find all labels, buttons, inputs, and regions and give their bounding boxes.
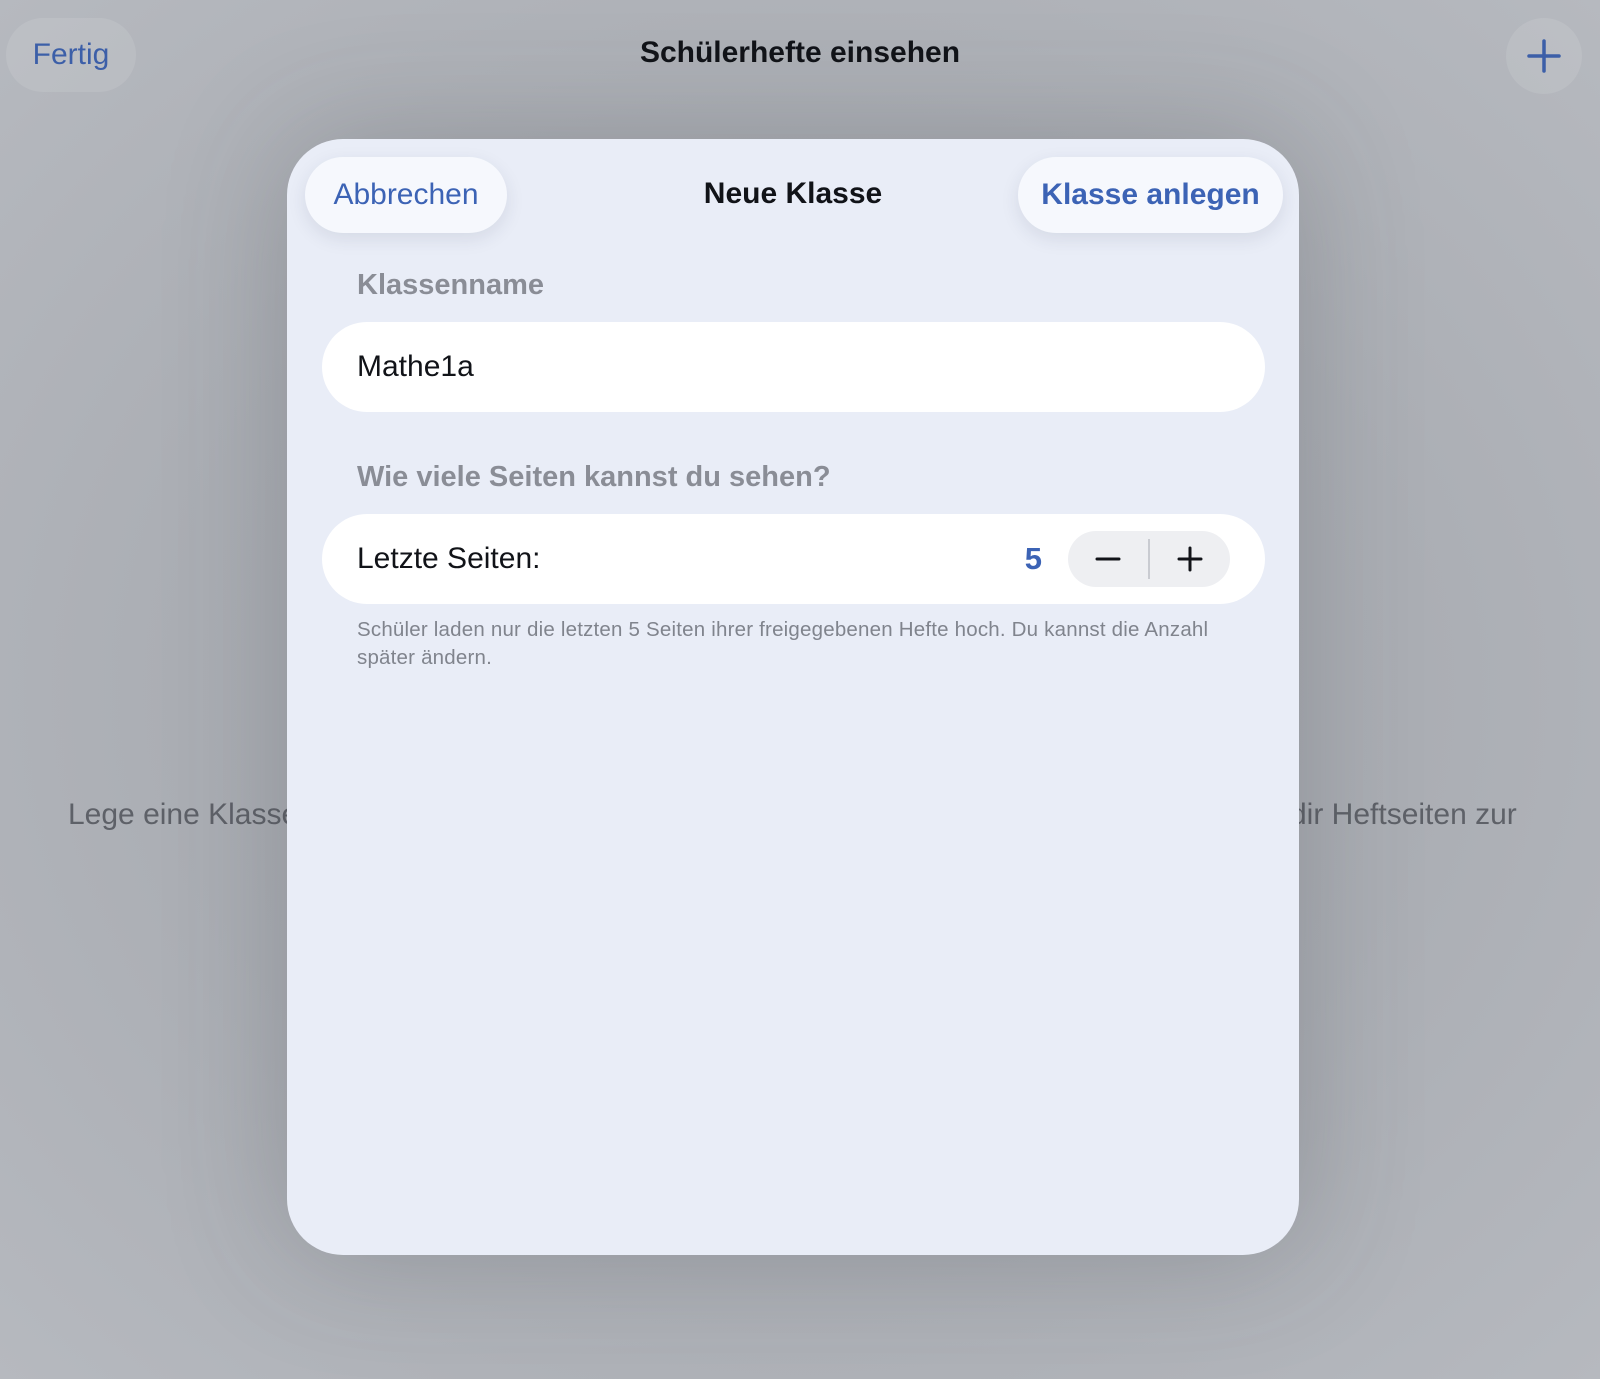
decrement-button[interactable]	[1068, 531, 1148, 587]
class-name-field[interactable]	[322, 322, 1265, 412]
last-pages-label: Letzte Seiten:	[357, 542, 541, 575]
pages-stepper	[1068, 531, 1230, 587]
new-class-sheet: Abbrechen Neue Klasse Klasse anlegen Kla…	[287, 139, 1299, 1255]
last-pages-row: Letzte Seiten: 5	[322, 514, 1265, 604]
last-pages-value: 5	[1024, 541, 1042, 576]
class-name-section-label: Klassenname	[357, 269, 544, 301]
pages-section-label: Wie viele Seiten kannst du sehen?	[357, 461, 831, 493]
create-class-label: Klasse anlegen	[1041, 178, 1260, 211]
plus-icon	[1177, 546, 1203, 572]
empty-hint-left-clip: Lege eine Klasse	[0, 780, 287, 840]
increment-button[interactable]	[1150, 531, 1230, 587]
pages-footnote: Schüler laden nur die letzten 5 Seiten i…	[357, 618, 1209, 669]
plus-icon	[1527, 39, 1561, 73]
add-button[interactable]	[1506, 18, 1582, 94]
empty-hint-left: Lege eine Klasse	[68, 798, 287, 831]
empty-hint-right: dir Heftseiten zur	[1295, 798, 1517, 831]
create-class-button[interactable]: Klasse anlegen	[1018, 157, 1283, 233]
page-title: Schülerhefte einsehen	[639, 36, 961, 69]
class-name-input[interactable]	[357, 322, 1217, 412]
empty-hint-right-clip: dir Heftseiten zur	[1295, 780, 1600, 840]
minus-icon	[1095, 557, 1121, 561]
